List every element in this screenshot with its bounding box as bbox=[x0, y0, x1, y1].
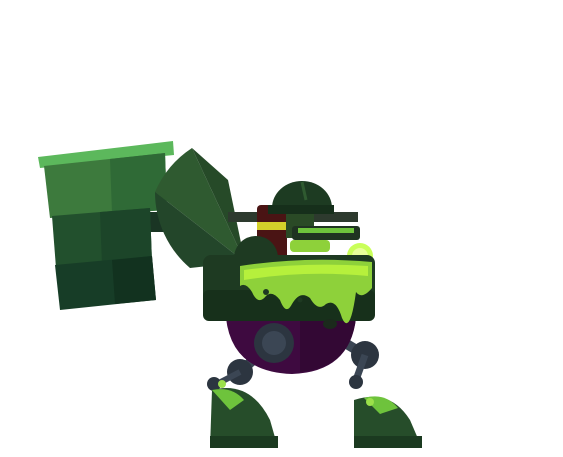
mech-shield-icon bbox=[155, 148, 245, 268]
game-scene bbox=[0, 0, 563, 457]
mech-sprite bbox=[38, 141, 422, 448]
mech-hammer-icon bbox=[38, 141, 174, 310]
pilot-arm bbox=[290, 240, 330, 252]
